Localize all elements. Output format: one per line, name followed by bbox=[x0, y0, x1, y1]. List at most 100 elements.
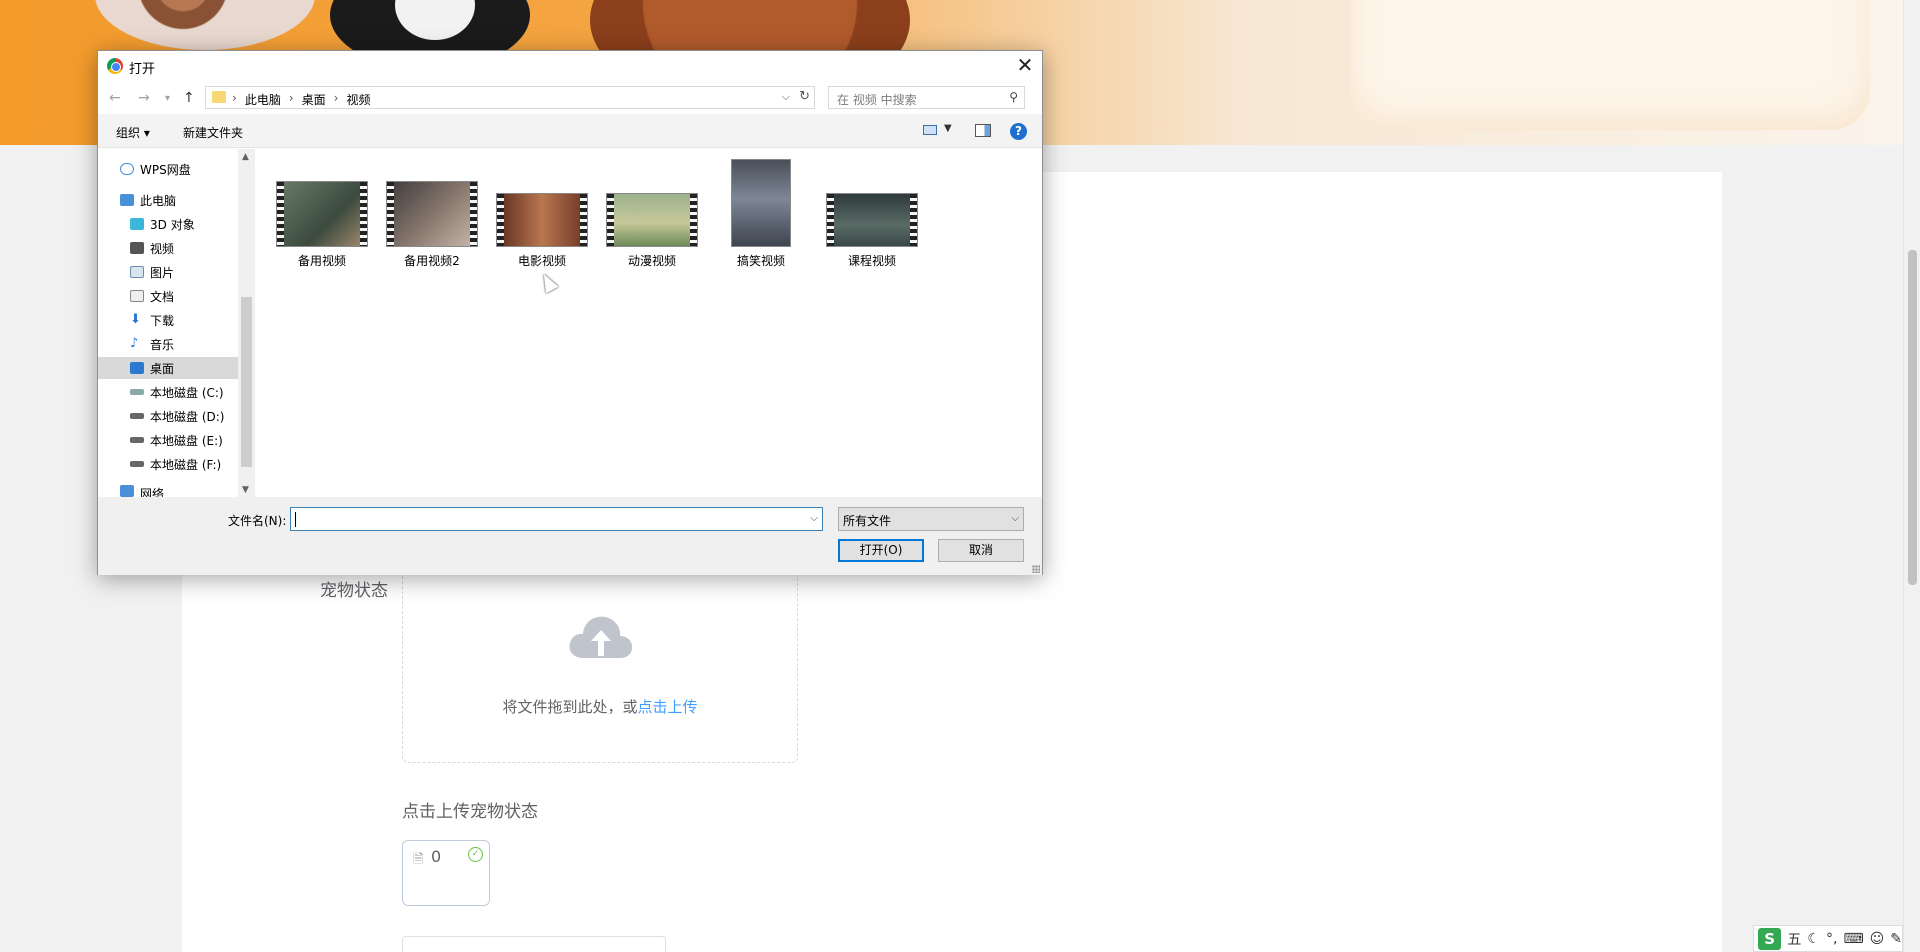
navigation-scrollbar-thumb[interactable] bbox=[241, 297, 252, 467]
documents-icon bbox=[130, 290, 144, 302]
open-button[interactable]: 打开(O) bbox=[838, 539, 924, 562]
folder-icon bbox=[212, 91, 226, 103]
click-upload-link[interactable]: 点击上传 bbox=[638, 698, 698, 716]
file-open-dialog: 打开 ✕ ← → ▾ ↑ › 此电脑 › 桌面 › 视频 ⌵ ↻ 在 视频 中搜… bbox=[97, 50, 1043, 575]
drive-icon bbox=[130, 413, 144, 419]
command-toolbar: 组织 ▾ 新建文件夹 ▼ ? bbox=[98, 114, 1042, 148]
sidebar-item-desktop[interactable]: 桌面 bbox=[98, 357, 238, 379]
video-thumbnail bbox=[731, 159, 791, 247]
back-arrow-icon[interactable]: ← bbox=[109, 90, 121, 106]
page-scrollbar-thumb[interactable] bbox=[1908, 250, 1917, 585]
sidebar-item-wps-cloud[interactable]: WPS网盘 bbox=[98, 158, 238, 180]
sidebar-item-label: 本地磁盘 (D:) bbox=[150, 409, 225, 424]
upload-dropzone[interactable]: 将文件拖到此处，或点击上传 bbox=[402, 571, 798, 763]
keyboard-icon[interactable]: ⌨ bbox=[1843, 931, 1863, 947]
sidebar-item-label: 本地磁盘 (E:) bbox=[150, 433, 223, 448]
chevron-right-icon: › bbox=[288, 91, 294, 105]
new-folder-button[interactable]: 新建文件夹 bbox=[183, 124, 243, 141]
file-item[interactable]: 课程视频 bbox=[825, 193, 919, 268]
sidebar-item-label: 视频 bbox=[150, 241, 175, 256]
file-name: 课程视频 bbox=[847, 254, 896, 268]
user-icon[interactable]: ☺ bbox=[1870, 931, 1885, 947]
cancel-button[interactable]: 取消 bbox=[938, 539, 1024, 562]
recent-dropdown-icon[interactable]: ▾ bbox=[165, 93, 170, 104]
food-bowl bbox=[95, 0, 315, 50]
navigation-bar: ← → ▾ ↑ › 此电脑 › 桌面 › 视频 ⌵ ↻ 在 视频 中搜索 ⚲ bbox=[98, 83, 1042, 113]
chevron-down-icon[interactable]: ⌵ bbox=[1011, 513, 1019, 524]
scroll-up-icon[interactable]: ▲ bbox=[242, 152, 249, 162]
sidebar-item-label: WPS网盘 bbox=[140, 162, 191, 177]
close-button[interactable]: ✕ bbox=[1008, 51, 1042, 81]
pet-status-label: 宠物状态 bbox=[320, 581, 388, 601]
sidebar-item-documents[interactable]: 文档 bbox=[98, 285, 238, 307]
dialog-titlebar: 打开 ✕ bbox=[98, 51, 1042, 81]
sidebar-item-label: 桌面 bbox=[150, 361, 175, 376]
upload-hint-text: 将文件拖到此处，或 bbox=[502, 698, 638, 716]
dialog-title: 打开 bbox=[129, 62, 156, 77]
sidebar-item-music[interactable]: ♪ 音乐 bbox=[98, 333, 238, 355]
sidebar-item-drive-c[interactable]: 本地磁盘 (C:) bbox=[98, 381, 238, 403]
tools-icon[interactable]: ✎ bbox=[1890, 931, 1902, 947]
file-item[interactable]: 电影视频 bbox=[495, 193, 589, 268]
file-item[interactable]: 备用视频2 bbox=[385, 181, 479, 268]
punctuation-icon[interactable]: °, bbox=[1826, 931, 1837, 947]
resize-grip-icon[interactable] bbox=[1032, 565, 1040, 573]
video-icon bbox=[130, 242, 144, 254]
file-name: 搞笑视频 bbox=[736, 254, 785, 268]
sidebar-item-videos[interactable]: 视频 bbox=[98, 237, 238, 259]
3d-objects-icon bbox=[130, 218, 144, 230]
file-item[interactable]: 动漫视频 bbox=[605, 193, 699, 268]
sidebar-item-this-pc[interactable]: 此电脑 bbox=[98, 189, 238, 211]
sidebar-item-pictures[interactable]: 图片 bbox=[98, 261, 238, 283]
search-box[interactable]: 在 视频 中搜索 ⚲ bbox=[828, 86, 1025, 109]
address-bar[interactable]: › 此电脑 › 桌面 › 视频 ⌵ ↻ bbox=[205, 86, 815, 109]
success-check-icon: ✓ bbox=[468, 847, 483, 862]
ime-mode[interactable]: 五 bbox=[1787, 929, 1801, 949]
view-icon[interactable] bbox=[923, 125, 937, 135]
file-item[interactable]: 备用视频 bbox=[275, 181, 369, 268]
breadcrumb-item[interactable]: 视频 bbox=[346, 91, 370, 108]
uploaded-file-name: 0 bbox=[431, 847, 442, 866]
sidebar-item-network[interactable]: 网络 bbox=[98, 485, 238, 497]
filename-input[interactable]: ⌵ bbox=[290, 507, 823, 531]
desktop-icon bbox=[130, 362, 144, 374]
sidebar-item-label: 3D 对象 bbox=[150, 217, 195, 232]
page-scrollbar[interactable] bbox=[1903, 0, 1920, 952]
chevron-down-icon[interactable]: ⌵ bbox=[810, 513, 818, 524]
search-icon[interactable]: ⚲ bbox=[1009, 90, 1018, 104]
breadcrumb-item[interactable]: 桌面 bbox=[302, 91, 326, 108]
sidebar-item-drive-e[interactable]: 本地磁盘 (E:) bbox=[98, 429, 238, 451]
organize-button[interactable]: 组织 ▾ bbox=[116, 124, 150, 141]
up-arrow-icon[interactable]: ↑ bbox=[183, 90, 195, 106]
moon-icon[interactable]: ☾ bbox=[1807, 931, 1820, 947]
video-thumbnail bbox=[606, 193, 698, 247]
search-placeholder: 在 视频 中搜索 bbox=[837, 93, 917, 107]
upload-tip: 点击上传宠物状态 bbox=[402, 802, 538, 822]
upload-cloud-icon bbox=[569, 616, 633, 658]
music-icon: ♪ bbox=[130, 336, 139, 351]
sidebar-item-drive-f[interactable]: 本地磁盘 (F:) bbox=[98, 453, 238, 475]
sidebar-item-label: 下载 bbox=[150, 313, 175, 328]
video-thumbnail bbox=[386, 181, 478, 247]
view-dropdown-icon[interactable]: ▼ bbox=[944, 123, 952, 134]
file-item[interactable]: 搞笑视频 bbox=[730, 159, 792, 268]
cloud-icon bbox=[120, 163, 134, 175]
file-list: 备用视频 备用视频2 电影视频 动漫视频 搞笑视频 课程视频 bbox=[255, 149, 1042, 497]
navigation-scrollbar[interactable]: ▲ ▼ bbox=[238, 149, 255, 497]
next-form-input[interactable] bbox=[402, 936, 666, 952]
breadcrumb-item[interactable]: 此电脑 bbox=[245, 91, 281, 108]
file-type-select[interactable]: 所有文件 ⌵ bbox=[838, 507, 1024, 531]
sidebar-item-3d-objects[interactable]: 3D 对象 bbox=[98, 213, 238, 235]
document-icon: 🗎 bbox=[413, 852, 424, 867]
scroll-down-icon[interactable]: ▼ bbox=[242, 485, 249, 495]
sidebar-item-downloads[interactable]: ⬇ 下载 bbox=[98, 309, 238, 331]
refresh-icon[interactable]: ↻ bbox=[799, 89, 810, 104]
forward-arrow-icon[interactable]: → bbox=[138, 90, 150, 106]
ime-toolbar[interactable]: S 五 ☾ °, ⌨ ☺ ✎ bbox=[1753, 925, 1903, 952]
uploaded-file-card[interactable]: 🗎 0 ✓ bbox=[402, 840, 490, 906]
preview-pane-icon[interactable] bbox=[975, 124, 991, 137]
chevron-down-icon[interactable]: ⌵ bbox=[782, 90, 790, 104]
sidebar-item-drive-d[interactable]: 本地磁盘 (D:) bbox=[98, 405, 238, 427]
sidebar-item-label: 本地磁盘 (C:) bbox=[150, 385, 224, 400]
help-icon[interactable]: ? bbox=[1010, 123, 1027, 140]
